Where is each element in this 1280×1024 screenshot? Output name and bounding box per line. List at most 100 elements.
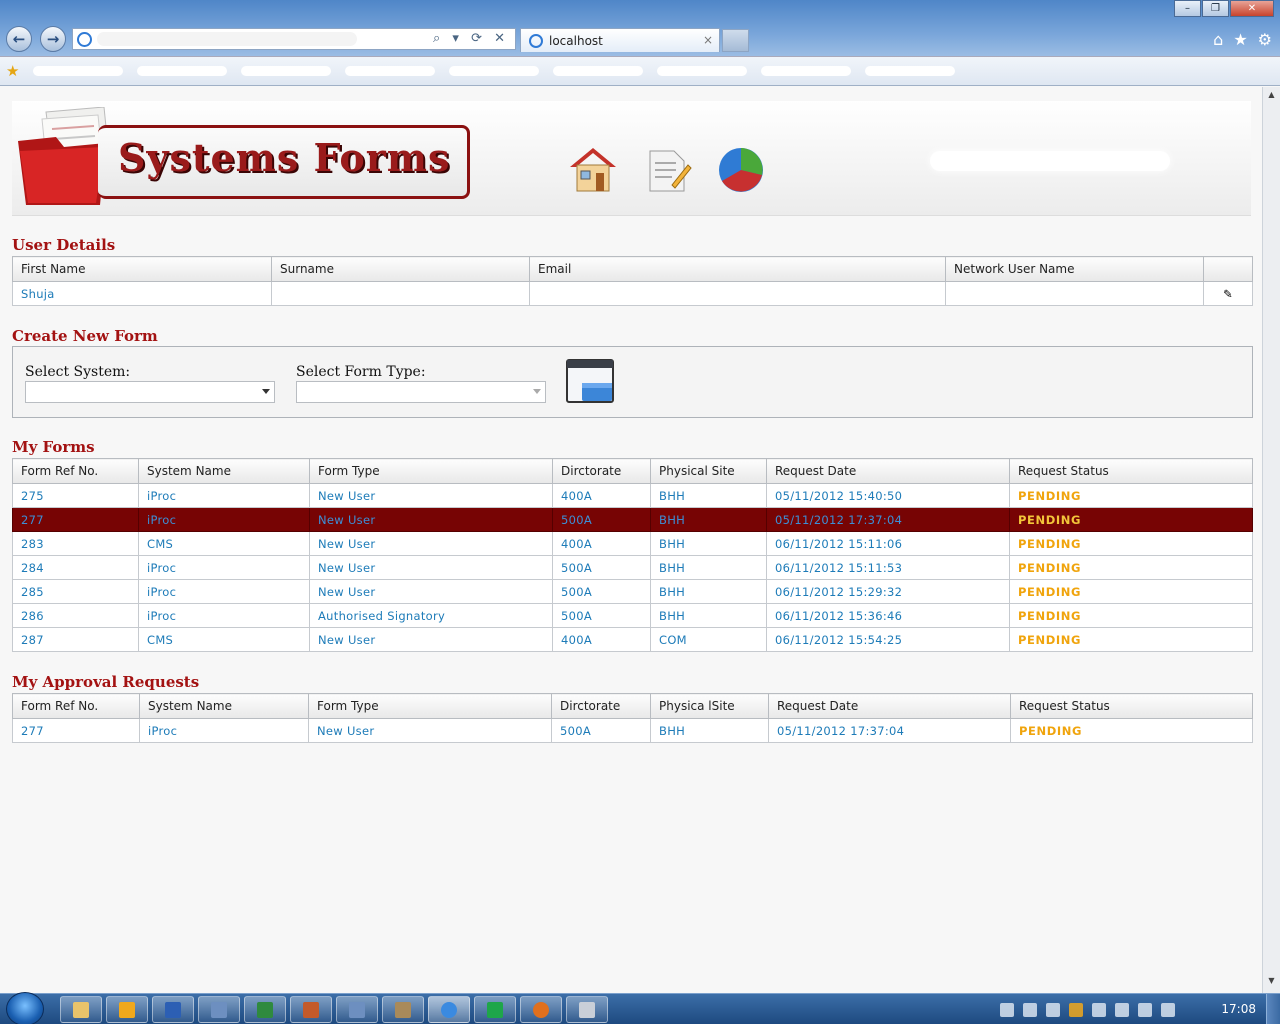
favorite-link-redacted[interactable]: [449, 66, 540, 76]
surname-cell: [271, 281, 530, 306]
column-header: Physica lSite: [650, 693, 769, 719]
taskbar-ie-button[interactable]: [428, 996, 470, 1023]
tray-outlook-icon[interactable]: [1069, 1002, 1083, 1017]
taskbar-explorer-button[interactable]: [60, 996, 102, 1023]
taskbar-remote-desktop-button[interactable]: [198, 996, 240, 1023]
favorite-link-redacted[interactable]: [865, 66, 956, 76]
form-ref-cell[interactable]: 286: [12, 603, 139, 628]
network-user-name-cell: [945, 281, 1204, 306]
table-row[interactable]: 275 iProc New User 400A BHH 05/11/2012 15:40:…: [12, 483, 1253, 508]
restore-button[interactable]: ❐: [1202, 0, 1229, 17]
table-row[interactable]: 277 iProc New User 500A BHH 05/11/2012 17:37:…: [12, 718, 1253, 743]
minimize-button[interactable]: –: [1174, 0, 1201, 17]
back-button[interactable]: ←: [6, 26, 32, 52]
taskbar-remote-desktop-button[interactable]: [336, 996, 378, 1023]
add-favorite-icon[interactable]: ★: [6, 62, 19, 80]
pie-chart-report-icon[interactable]: [716, 145, 766, 195]
favorites-star-icon[interactable]: ★: [1233, 30, 1247, 49]
directorate-cell: 500A: [551, 718, 651, 743]
taskbar-tools-button[interactable]: [382, 996, 424, 1023]
home-icon[interactable]: [568, 145, 618, 195]
physical-site-cell: BHH: [650, 555, 767, 580]
favorite-link-redacted[interactable]: [241, 66, 332, 76]
table-row[interactable]: 284 iProc New User 500A BHH 06/11/2012 15:11:…: [12, 555, 1253, 580]
forward-button[interactable]: →: [40, 26, 66, 52]
address-bar[interactable]: ⌕ ▾ ⟳ ✕: [72, 28, 516, 50]
taskbar-sql-button[interactable]: [566, 996, 608, 1023]
close-window-button[interactable]: ✕: [1230, 0, 1274, 17]
form-ref-cell[interactable]: 285: [12, 579, 139, 604]
directorate-cell: 500A: [552, 603, 651, 628]
taskbar-excel-button[interactable]: [244, 996, 286, 1023]
tools-gear-icon[interactable]: ⚙: [1258, 30, 1272, 49]
network-icon[interactable]: [1138, 1002, 1152, 1017]
browser-tab[interactable]: localhost ×: [520, 28, 720, 52]
column-header: Form Ref No.: [12, 458, 139, 484]
taskbar-clock[interactable]: 17:08: [1221, 1002, 1256, 1016]
action-center-flag-icon[interactable]: [1115, 1002, 1129, 1017]
start-button[interactable]: [6, 992, 44, 1024]
home-icon[interactable]: ⌂: [1213, 30, 1223, 49]
request-status-cell: PENDING: [1009, 579, 1253, 604]
request-status-cell: PENDING: [1010, 718, 1253, 743]
tray-icon[interactable]: [1023, 1002, 1037, 1017]
app-title: Systems Forms: [118, 135, 451, 180]
form-ref-cell[interactable]: 284: [12, 555, 139, 580]
form-ref-cell[interactable]: 277: [12, 718, 140, 743]
taskbar-visual-studio-button[interactable]: [474, 996, 516, 1023]
form-ref-cell[interactable]: 283: [12, 531, 139, 556]
system-name-cell: iProc: [138, 483, 310, 508]
taskbar-firefox-button[interactable]: [520, 996, 562, 1023]
favorite-link-redacted[interactable]: [761, 66, 852, 76]
tab-close-icon[interactable]: ×: [703, 33, 713, 47]
request-status-cell: PENDING: [1009, 603, 1253, 628]
volume-muted-icon[interactable]: [1161, 1002, 1175, 1017]
tray-icon[interactable]: [1092, 1002, 1106, 1017]
edit-document-icon[interactable]: [642, 145, 692, 195]
physical-site-cell: BHH: [650, 579, 767, 604]
table-row[interactable]: 285 iProc New User 500A BHH 06/11/2012 15:29:…: [12, 579, 1253, 604]
scroll-down-icon[interactable]: ▼: [1265, 976, 1278, 990]
tray-icon[interactable]: [1046, 1002, 1060, 1017]
form-ref-cell[interactable]: 287: [12, 627, 139, 652]
form-type-cell: New User: [309, 579, 553, 604]
taskbar-app-button[interactable]: [290, 996, 332, 1023]
create-form-title: Create New Form: [12, 327, 158, 345]
table-row[interactable]: 287 CMS New User 400A COM 06/11/2012 15:54:25…: [12, 627, 1253, 652]
approval-requests-title: My Approval Requests: [12, 673, 200, 691]
physical-site-cell: BHH: [650, 483, 767, 508]
form-ref-cell[interactable]: 277: [12, 507, 139, 532]
new-tab-button[interactable]: [722, 29, 749, 52]
approval-requests-table: Form Ref No. System Name Form Type Dirct…: [12, 693, 1253, 743]
column-header: Request Date: [768, 693, 1011, 719]
taskbar-word-button[interactable]: [152, 996, 194, 1023]
chevron-down-icon: [533, 389, 541, 394]
physical-site-cell: COM: [650, 627, 767, 652]
request-status-cell: PENDING: [1009, 483, 1253, 508]
edit-user-icon[interactable]: ✎: [1203, 281, 1253, 306]
open-form-window-icon[interactable]: [566, 359, 616, 405]
favorite-link-redacted[interactable]: [553, 66, 644, 76]
table-row[interactable]: 286 iProc Authorised Signatory 500A BHH 06/11…: [12, 603, 1253, 628]
taskbar-outlook-button[interactable]: [106, 996, 148, 1023]
column-header: Form Ref No.: [12, 693, 140, 719]
favorite-link-redacted[interactable]: [345, 66, 436, 76]
directorate-cell: 500A: [552, 555, 651, 580]
table-header-row: Form Ref No. System Name Form Type Dirct…: [12, 458, 1253, 484]
favorite-link-redacted[interactable]: [137, 66, 228, 76]
select-form-type-dropdown[interactable]: [296, 381, 546, 403]
scroll-up-icon[interactable]: ▲: [1265, 90, 1278, 104]
address-bar-icons[interactable]: ⌕ ▾ ⟳ ✕: [433, 31, 509, 46]
favorite-link-redacted[interactable]: [33, 66, 124, 76]
vertical-scrollbar[interactable]: ▲ ▼: [1262, 87, 1280, 993]
request-status-cell: PENDING: [1009, 531, 1253, 556]
directorate-cell: 400A: [552, 483, 651, 508]
select-system-dropdown[interactable]: [25, 381, 275, 403]
table-row[interactable]: 283 CMS New User 400A BHH 06/11/2012 15:11:06…: [12, 531, 1253, 556]
favorite-link-redacted[interactable]: [657, 66, 748, 76]
show-desktop-button[interactable]: [1266, 994, 1280, 1024]
table-row[interactable]: 277 iProc New User 500A BHH 05/11/2012 17:37:…: [12, 507, 1253, 532]
tray-icon[interactable]: [1000, 1002, 1014, 1017]
page-viewport: Systems Forms User Details First Name Su…: [0, 87, 1262, 993]
form-ref-cell[interactable]: 275: [12, 483, 139, 508]
